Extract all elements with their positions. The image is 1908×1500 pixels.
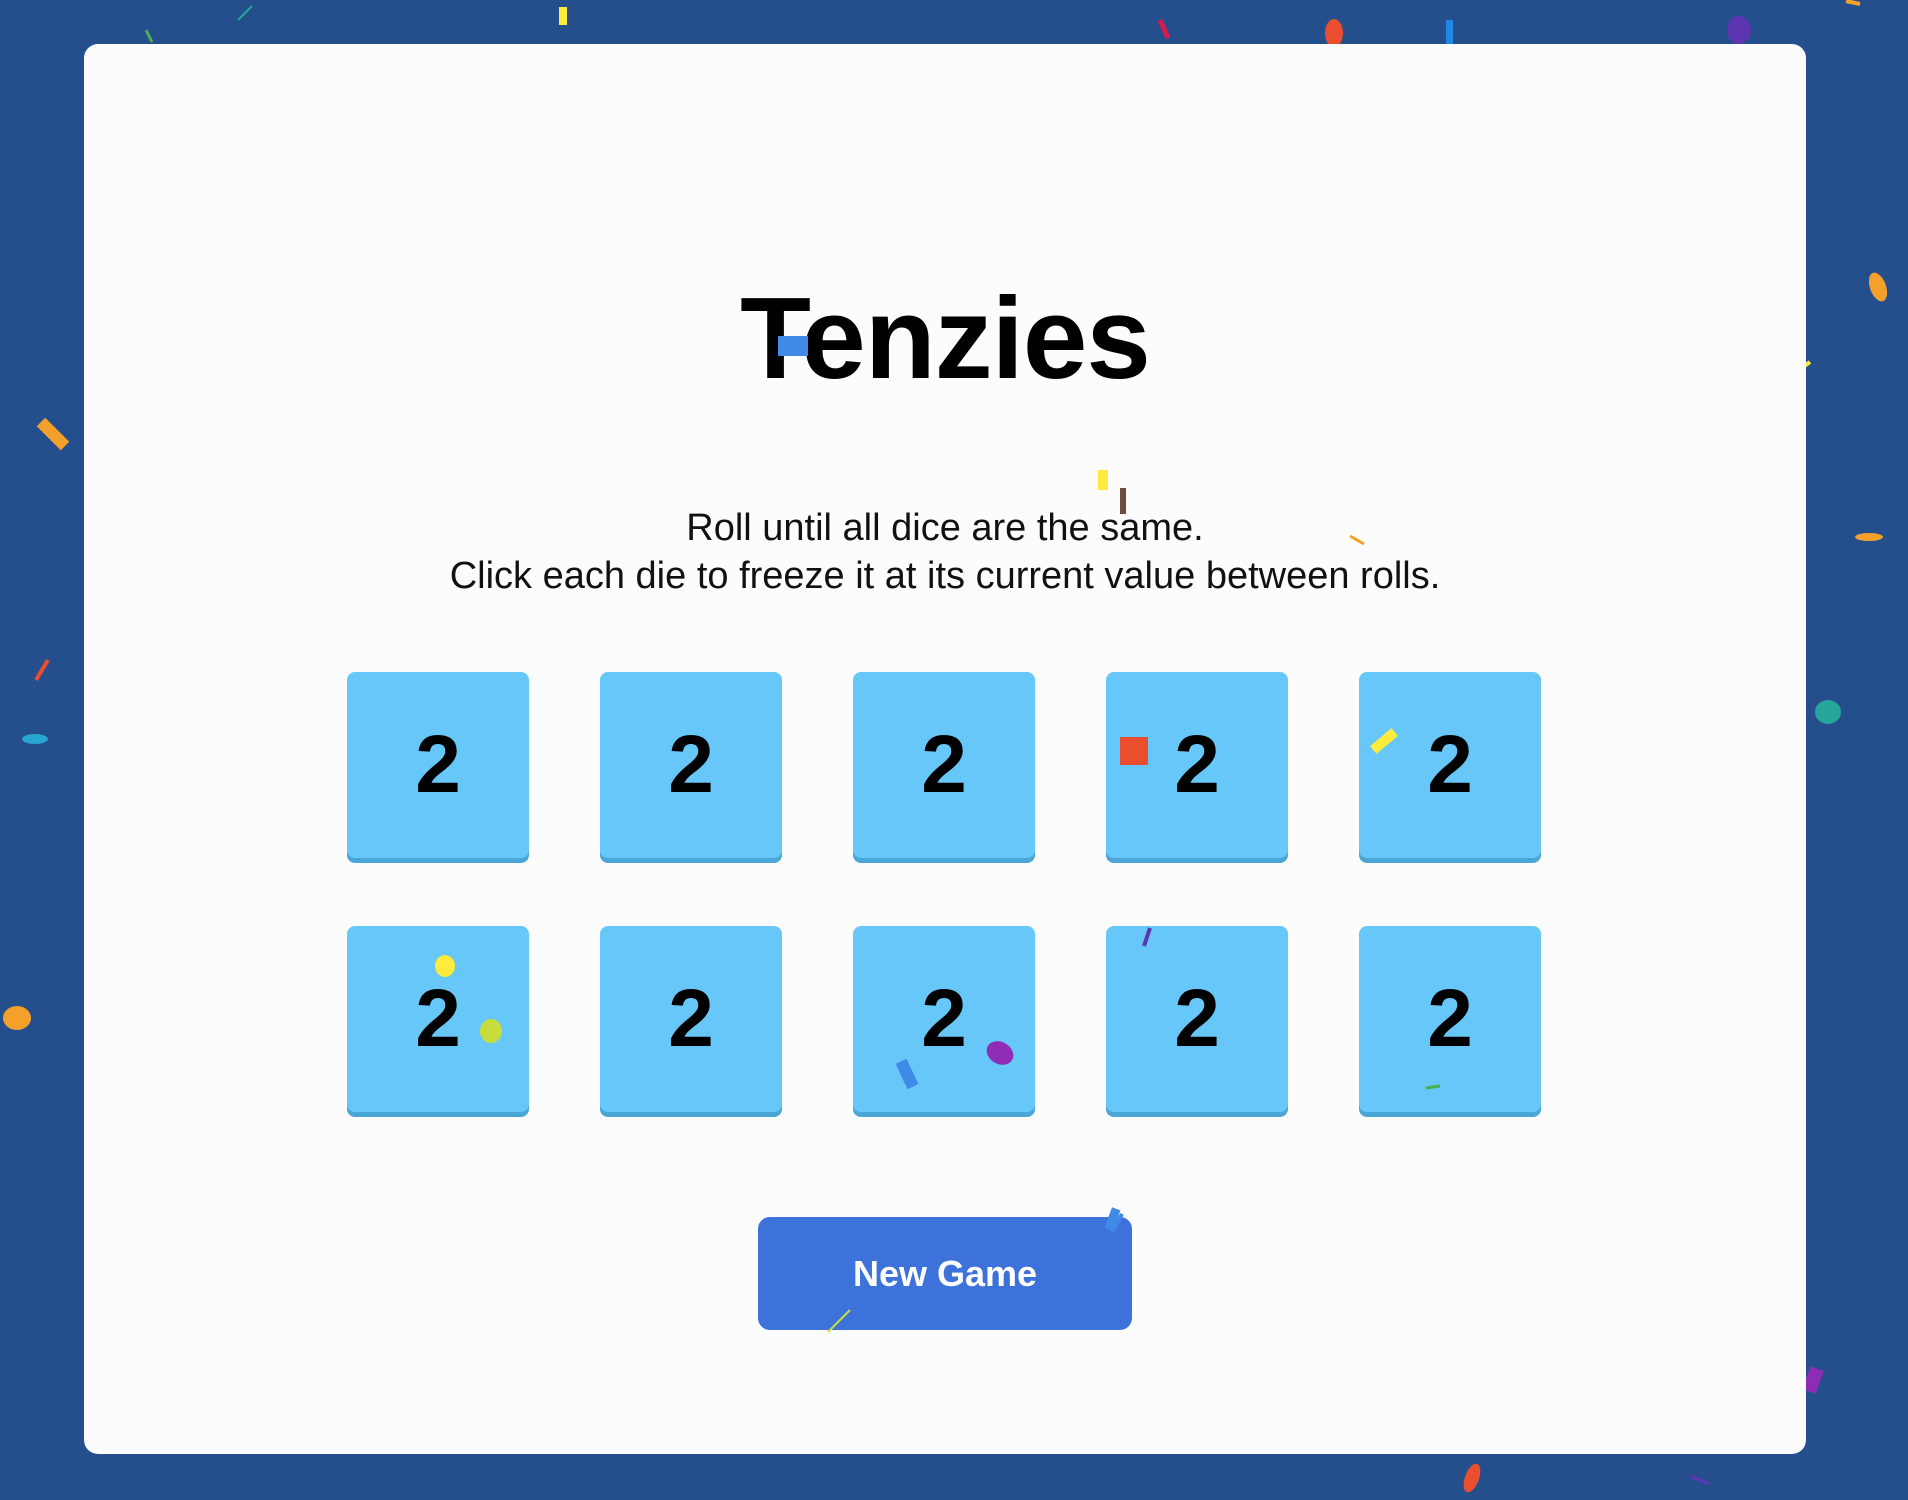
instructions-line-2: Click each die to freeze it at its curre… (449, 555, 1441, 597)
confetti-piece (144, 29, 154, 43)
die-10[interactable]: 2 (1359, 926, 1541, 1112)
confetti-piece (1689, 1474, 1711, 1486)
game-title: Tenzies (740, 273, 1151, 403)
die-4[interactable]: 2 (1106, 672, 1288, 858)
instructions: Roll until all dice are the same. Click … (84, 504, 1806, 600)
die-3[interactable]: 2 (853, 672, 1035, 858)
confetti-piece (1815, 700, 1841, 724)
new-game-button[interactable]: New Game (758, 1217, 1132, 1330)
confetti-piece (34, 658, 50, 682)
confetti-piece (1463, 1463, 1481, 1493)
die-6[interactable]: 2 (347, 926, 529, 1112)
die-2[interactable]: 2 (600, 672, 782, 858)
instructions-line-1: Roll until all dice are the same. (686, 507, 1204, 549)
confetti-piece (1855, 533, 1883, 541)
die-5[interactable]: 2 (1359, 672, 1541, 858)
confetti-piece (1325, 19, 1343, 47)
confetti-piece (22, 734, 48, 744)
confetti-piece (36, 417, 70, 451)
confetti-piece (1727, 16, 1751, 44)
confetti-piece (1446, 20, 1453, 46)
confetti-piece (237, 5, 253, 21)
confetti-piece (1845, 0, 1861, 6)
die-1[interactable]: 2 (347, 672, 529, 858)
game-board: Tenzies Roll until all dice are the same… (84, 44, 1806, 1454)
die-8[interactable]: 2 (853, 926, 1035, 1112)
confetti-piece (1868, 272, 1888, 302)
dice-grid: 2 2 2 2 2 2 2 2 2 2 (347, 672, 1542, 1112)
die-9[interactable]: 2 (1106, 926, 1288, 1112)
die-7[interactable]: 2 (600, 926, 782, 1112)
confetti-piece (1157, 18, 1171, 40)
confetti-piece (3, 1006, 31, 1030)
confetti-piece (559, 7, 567, 25)
